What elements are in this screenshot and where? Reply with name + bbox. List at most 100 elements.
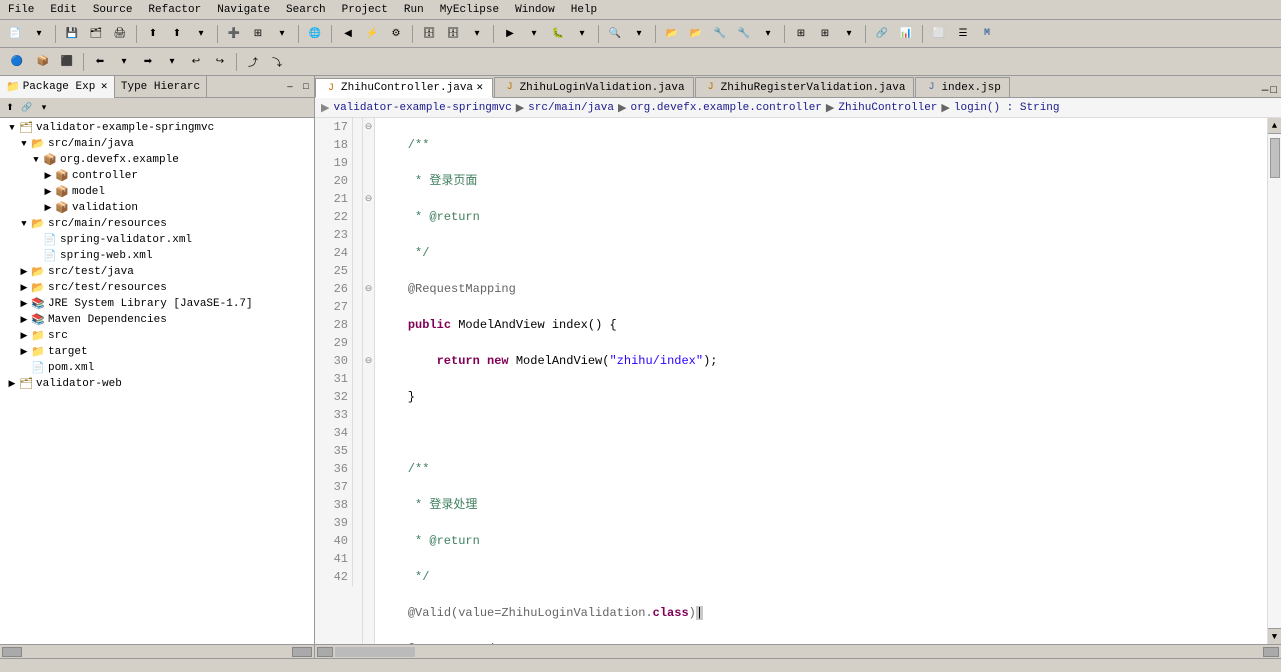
tb-open4-btn[interactable]: 🔧 [733, 23, 755, 45]
tb-run-btn[interactable]: ▶ [499, 23, 521, 45]
panel-maximize-btn[interactable]: □ [298, 79, 314, 95]
link-with-editor-btn[interactable]: 🔗 [19, 100, 35, 116]
menu-navigate[interactable]: Navigate [209, 2, 278, 18]
code-scroll-thumb[interactable] [335, 647, 415, 657]
toggle-orgdevefx[interactable]: ▼ [30, 154, 42, 166]
tb-back-btn[interactable]: ◀ [337, 23, 359, 45]
toggle-model[interactable]: ▶ [42, 186, 54, 198]
tb-customize-btn[interactable]: ☰ [952, 23, 974, 45]
scroll-up-btn[interactable]: ▲ [1268, 118, 1281, 134]
fold-30[interactable]: ⊖ [363, 352, 374, 370]
tb2-prev-edit[interactable]: ↩ [185, 51, 207, 73]
tab-indexjsp[interactable]: J index.jsp [915, 77, 1009, 97]
tree-node-spring-web[interactable]: 📄 spring-web.xml [2, 248, 312, 264]
code-editor[interactable]: /** * 登录页面 * @return */ @RequestMapping … [375, 118, 1267, 644]
tb-db2-btn[interactable]: 🗄 [442, 23, 464, 45]
scroll-thumb[interactable] [1270, 138, 1280, 178]
tb-publish-btn[interactable]: ⬆ [142, 23, 164, 45]
tree-node-pom[interactable]: 📄 pom.xml [2, 360, 312, 376]
tb-add2-btn[interactable]: ⊞ [247, 23, 269, 45]
tb-myeclipse-btn[interactable]: M [976, 23, 998, 45]
menu-window[interactable]: Window [507, 2, 563, 18]
editor-minimize-btn[interactable]: — [1262, 85, 1269, 97]
menu-search[interactable]: Search [278, 2, 334, 18]
toggle-srcmainres[interactable]: ▼ [18, 218, 30, 230]
tree-node-srctestres[interactable]: ▶ 📂 src/test/resources [2, 280, 312, 296]
menu-source[interactable]: Source [85, 2, 141, 18]
tb-maximize-btn[interactable]: ⬜ [928, 23, 950, 45]
code-scroll-right[interactable] [1263, 647, 1279, 657]
tb-debug-dropdown[interactable]: ▾ [571, 23, 593, 45]
tree-node-srcmainjava[interactable]: ▼ 📂 src/main/java [2, 136, 312, 152]
tb-print-btn[interactable]: 🖨 [109, 23, 131, 45]
tree-node-validation[interactable]: ▶ 📦 validation [2, 200, 312, 216]
tree-node-src[interactable]: ▶ 📁 src [2, 328, 312, 344]
tree-node-srcmainres[interactable]: ▼ 📂 src/main/resources [2, 216, 312, 232]
pkg-menu-btn[interactable]: ▾ [36, 100, 52, 116]
toggle-srctestjava[interactable]: ▶ [18, 266, 30, 278]
panel-minimize-btn[interactable]: — [282, 79, 298, 95]
tb-link-btn[interactable]: 🔗 [871, 23, 893, 45]
tab-package-close[interactable]: ✕ [100, 82, 108, 92]
tb-fwd2-btn[interactable]: ⚙ [385, 23, 407, 45]
menu-refactor[interactable]: Refactor [140, 2, 209, 18]
editor-scrollbar[interactable]: ▲ ▼ [1267, 118, 1281, 644]
fold-17[interactable]: ⊖ [363, 118, 374, 136]
toggle-target[interactable]: ▶ [18, 346, 30, 358]
tb-open-btn[interactable]: 📂 [661, 23, 683, 45]
tb-save-all-btn[interactable]: 🗂 [85, 23, 107, 45]
bc-package[interactable]: org.devefx.example.controller [630, 102, 821, 114]
editor-bottom-scroll[interactable] [315, 644, 1281, 658]
tb-web-btn[interactable]: 🌐 [304, 23, 326, 45]
tb-publish2-btn[interactable]: ⬆ [166, 23, 188, 45]
tb-open3-btn[interactable]: 🔧 [709, 23, 731, 45]
toggle-validation[interactable]: ▶ [42, 202, 54, 214]
tb-settings-dropdown[interactable]: ▾ [838, 23, 860, 45]
tb-save-btn[interactable]: 💾 [61, 23, 83, 45]
fold-26[interactable]: ⊖ [363, 280, 374, 298]
tb-settings2-btn[interactable]: ⊞ [814, 23, 836, 45]
bc-class[interactable]: ZhihuController [838, 102, 937, 114]
tb-db-btn[interactable]: 🗄 [418, 23, 440, 45]
tree-node-target[interactable]: ▶ 📁 target [2, 344, 312, 360]
tb-settings-btn[interactable]: ⊞ [790, 23, 812, 45]
tree-scroll-left[interactable] [2, 647, 22, 657]
tree-node-orgdevefx[interactable]: ▼ 📦 org.devefx.example [2, 152, 312, 168]
tb-view-btn[interactable]: 📊 [895, 23, 917, 45]
tb-new-btn[interactable]: 📄 [4, 23, 26, 45]
tab-zhihuregistervalidation[interactable]: J ZhihuRegisterValidation.java [695, 77, 915, 97]
bc-srcmainjava[interactable]: src/main/java [528, 102, 614, 114]
menu-help[interactable]: Help [563, 2, 605, 18]
toggle-srcmainjava[interactable]: ▼ [18, 138, 30, 150]
tb-search-btn[interactable]: 🔍 [604, 23, 626, 45]
tree-node-spring-validator[interactable]: 📄 spring-validator.xml [2, 232, 312, 248]
tree-scroll-right[interactable] [292, 647, 312, 657]
tab-zhihucontroller-close[interactable]: ✕ [476, 83, 484, 93]
tb-open-dropdown[interactable]: ▾ [757, 23, 779, 45]
tb2-nav-back[interactable]: ⬅ [89, 51, 111, 73]
menu-file[interactable]: File [0, 2, 42, 18]
toggle-validatorweb[interactable]: ▶ [6, 378, 18, 390]
toggle-controller[interactable]: ▶ [42, 170, 54, 182]
code-scroll-left[interactable] [317, 647, 333, 657]
tab-zhihuloginvalidation[interactable]: J ZhihuLoginValidation.java [494, 77, 694, 97]
tree-node-project-main[interactable]: ▼ 🗂 validator-example-springmvc [2, 120, 312, 136]
tb2-nav-dropdown[interactable]: ▾ [113, 51, 135, 73]
tb2-nav-fwd[interactable]: ➡ [137, 51, 159, 73]
editor-maximize-btn[interactable]: □ [1270, 85, 1277, 97]
tree-node-model[interactable]: ▶ 📦 model [2, 184, 312, 200]
tb2-nav-fwd-dropdown[interactable]: ▾ [161, 51, 183, 73]
tab-package-explorer[interactable]: 📁 Package Exp ✕ [0, 76, 115, 98]
tree-node-validatorweb[interactable]: ▶ 🗂 validator-web [2, 376, 312, 392]
menu-edit[interactable]: Edit [42, 2, 84, 18]
tb2-console-btn[interactable]: ⬛ [56, 51, 78, 73]
menu-myeclipse[interactable]: MyEclipse [432, 2, 507, 18]
tb2-pkg-btn[interactable]: 📦 [32, 51, 54, 73]
menu-run[interactable]: Run [396, 2, 432, 18]
tab-zhihucontroller[interactable]: J ZhihuController.java ✕ [315, 78, 493, 98]
scroll-down-btn[interactable]: ▼ [1268, 628, 1281, 644]
toggle-maven[interactable]: ▶ [18, 314, 30, 326]
tb-dropdown2[interactable]: ▾ [190, 23, 212, 45]
tab-type-hierarchy[interactable]: Type Hierarc [115, 76, 207, 98]
toggle-jre[interactable]: ▶ [18, 298, 30, 310]
